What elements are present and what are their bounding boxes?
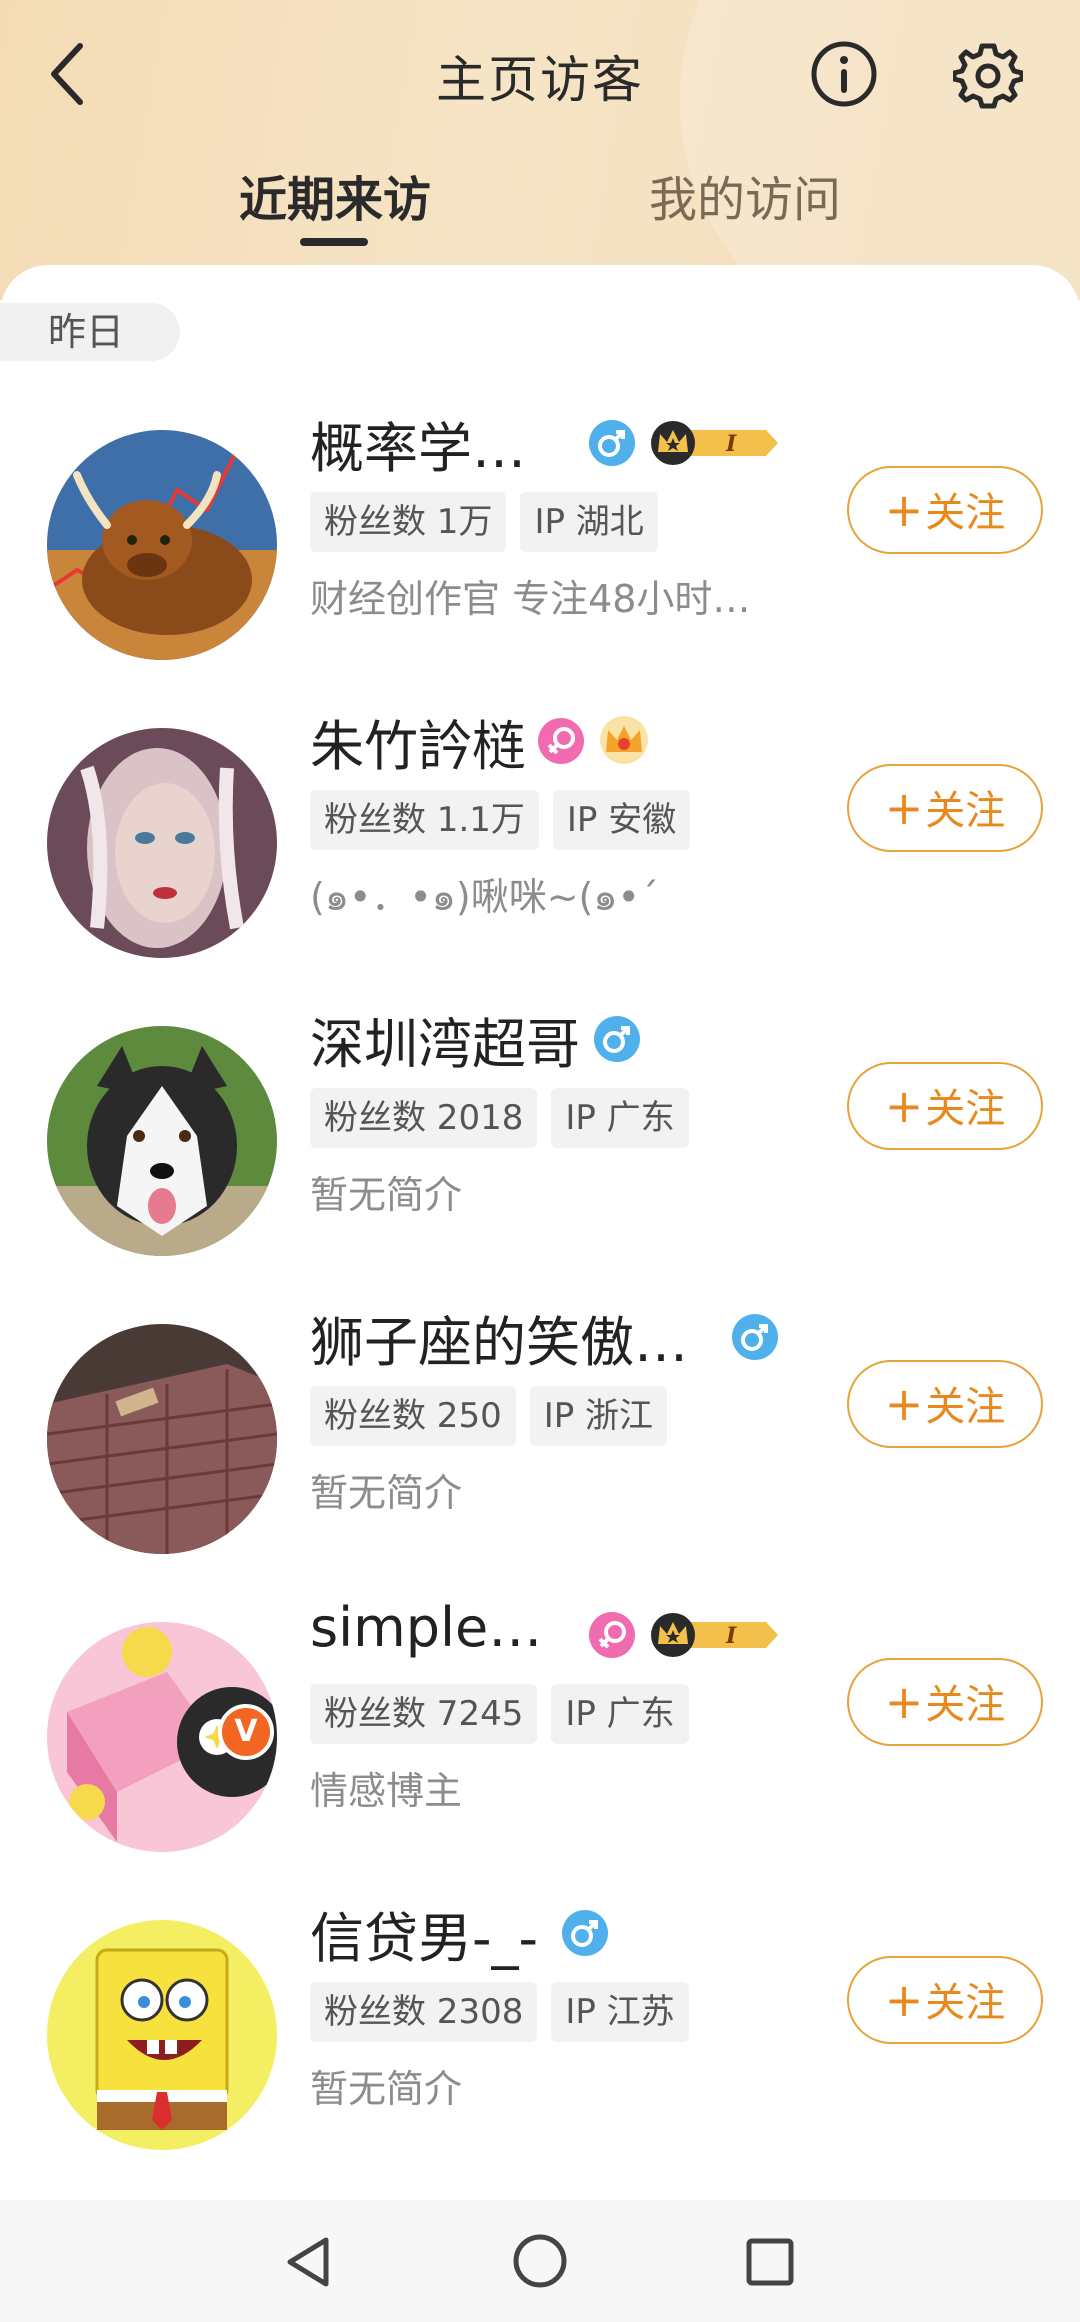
follow-button[interactable]: +关注	[847, 764, 1043, 852]
visitor-list-panel: 昨日 概率学… I 粉丝数 1万 IP 湖北 财经创作官 专注48小时… +关注…	[0, 265, 1080, 2200]
tab-my-visits[interactable]: 我的访问	[615, 160, 875, 230]
female-icon	[589, 1612, 635, 1658]
visitor-tags: 粉丝数 2308 IP 江苏	[310, 1982, 689, 2042]
info-button[interactable]	[810, 40, 878, 108]
visitor-name[interactable]: 信贷男-_-	[310, 1894, 538, 1973]
visitor-tags: 粉丝数 2018 IP 广东	[310, 1088, 689, 1148]
tab-indicator	[300, 238, 368, 246]
nav-home-button[interactable]	[510, 2231, 570, 2291]
visitor-bio: 暂无简介	[310, 2067, 463, 2111]
male-icon	[594, 1016, 640, 1062]
female-icon	[538, 718, 584, 764]
verified-v-icon: V	[218, 1704, 274, 1760]
follow-button[interactable]: +关注	[847, 1360, 1043, 1448]
ip-location-tag: IP 广东	[551, 1088, 689, 1148]
ip-location-tag: IP 浙江	[529, 1386, 668, 1446]
crown-level-icon: I	[648, 418, 780, 472]
plus-icon: +	[884, 781, 924, 835]
visitor-row[interactable]: 信贷男-_- 粉丝数 2308 IP 江苏 暂无简介 +关注	[0, 1882, 1080, 2180]
follow-button[interactable]: +关注	[847, 466, 1043, 554]
visitor-row[interactable]: 深圳湾超哥 粉丝数 2018 IP 广东 暂无简介 +关注	[0, 988, 1080, 1286]
nav-recent-apps-button[interactable]	[740, 2232, 800, 2292]
info-circle-icon	[811, 41, 877, 107]
plus-icon: +	[884, 1675, 924, 1729]
visitor-row[interactable]: 朱竹訡梿 粉丝数 1.1万 IP 安徽 (๑•．•๑)啾咪~(๑•´ +关注	[0, 690, 1080, 988]
level-text: I	[725, 431, 737, 457]
ip-location-tag: IP 江苏	[551, 1982, 689, 2042]
visitor-name[interactable]: 狮子座的笑傲…	[310, 1298, 688, 1377]
system-navigation-bar	[0, 2200, 1080, 2322]
nav-back-triangle-icon	[287, 2237, 329, 2287]
gear-icon	[951, 43, 1025, 109]
visitor-row[interactable]: V simple… I 粉丝数 7245 IP 广东 情感博主 +关注	[0, 1584, 1080, 1882]
fans-count-tag: 粉丝数 1万	[310, 492, 507, 552]
nav-recent-square-icon	[746, 2238, 794, 2286]
visitor-bio: (๑•．•๑)啾咪~(๑•´	[310, 875, 659, 919]
bull-avatar-image	[47, 430, 277, 660]
visitor-name[interactable]: simple…	[310, 1596, 542, 1659]
male-icon	[732, 1314, 778, 1360]
date-section-label: 昨日	[0, 303, 180, 361]
husky-avatar-image	[47, 1026, 277, 1256]
crown-badge-icon	[598, 714, 650, 770]
spongebob-avatar-image	[47, 1920, 277, 2150]
nav-back-button[interactable]	[280, 2232, 340, 2292]
plus-icon: +	[884, 1973, 924, 2027]
male-icon	[589, 420, 635, 466]
visitor-bio: 暂无简介	[310, 1471, 463, 1515]
visitor-tags: 粉丝数 250 IP 浙江	[310, 1386, 668, 1446]
ip-location-tag: IP 安徽	[552, 790, 691, 850]
visitor-tags: 粉丝数 1.1万 IP 安徽	[310, 790, 691, 850]
visitor-tags: 粉丝数 1万 IP 湖北	[310, 492, 658, 552]
crown-level-icon: I	[648, 1610, 780, 1664]
avatar[interactable]	[47, 430, 277, 660]
visitor-row[interactable]: 概率学… I 粉丝数 1万 IP 湖北 财经创作官 专注48小时… +关注	[0, 392, 1080, 690]
visitor-row[interactable]: 狮子座的笑傲… 粉丝数 250 IP 浙江 暂无简介 +关注	[0, 1286, 1080, 1584]
visitor-bio: 暂无简介	[310, 1173, 463, 1217]
visitor-name[interactable]: 概率学…	[310, 404, 526, 483]
follow-button[interactable]: +关注	[847, 1956, 1043, 2044]
visitor-tags: 粉丝数 7245 IP 广东	[310, 1684, 689, 1744]
fans-count-tag: 粉丝数 2308	[310, 1982, 538, 2042]
avatar[interactable]	[47, 1920, 277, 2150]
visitor-name[interactable]: 深圳湾超哥	[310, 1000, 580, 1079]
money-stack-avatar-image	[47, 1324, 277, 1554]
avatar[interactable]	[47, 1026, 277, 1256]
plus-icon: +	[884, 483, 924, 537]
page-title: 主页访客	[436, 51, 644, 109]
fans-count-tag: 粉丝数 7245	[310, 1684, 538, 1744]
male-icon	[562, 1910, 608, 1956]
fans-count-tag: 粉丝数 250	[310, 1386, 516, 1446]
follow-button[interactable]: +关注	[847, 1062, 1043, 1150]
ip-location-tag: IP 湖北	[520, 492, 658, 552]
girl-avatar-image	[47, 728, 277, 958]
visitor-bio: 情感博主	[310, 1769, 463, 1813]
plus-icon: +	[884, 1377, 924, 1431]
nav-home-circle-icon	[513, 2234, 567, 2288]
visitor-name[interactable]: 朱竹訡梿	[310, 702, 526, 781]
visitor-bio: 财经创作官 专注48小时…	[310, 577, 751, 621]
fans-count-tag: 粉丝数 2018	[310, 1088, 538, 1148]
settings-button[interactable]	[951, 40, 1025, 110]
level-text: I	[725, 1623, 737, 1649]
plus-icon: +	[884, 1079, 924, 1133]
avatar[interactable]	[47, 728, 277, 958]
ip-location-tag: IP 广东	[551, 1684, 689, 1744]
follow-button[interactable]: +关注	[847, 1658, 1043, 1746]
avatar[interactable]	[47, 1324, 277, 1554]
fans-count-tag: 粉丝数 1.1万	[310, 790, 539, 850]
tab-recent-visits[interactable]: 近期来访	[205, 160, 465, 230]
